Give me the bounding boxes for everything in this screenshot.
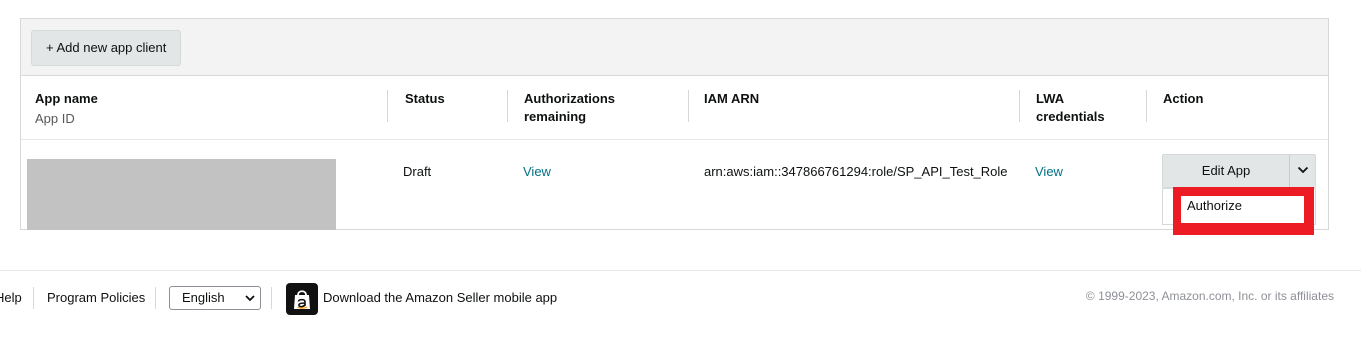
header-app-name: App name App ID <box>35 90 98 128</box>
column-divider <box>1146 90 1147 122</box>
app-clients-panel: + Add new app client App name App ID Sta… <box>20 18 1329 230</box>
iam-arn-value: arn:aws:iam::347866761294:role/SP_API_Te… <box>704 164 1008 179</box>
header-iam-arn: IAM ARN <box>704 91 760 106</box>
column-divider <box>1019 90 1020 122</box>
header-status: Status <box>405 91 445 106</box>
header-lwa-line1: LWA <box>1036 91 1065 106</box>
header-app-name-label: App name <box>35 91 98 106</box>
header-action: Action <box>1163 91 1204 106</box>
column-divider <box>688 90 689 122</box>
footer-program-policies-link[interactable]: Program Policies <box>47 290 145 306</box>
add-new-app-client-button[interactable]: + Add new app client <box>31 30 182 66</box>
chevron-down-icon <box>1297 166 1309 174</box>
status-value: Draft <box>403 164 432 179</box>
footer-divider <box>33 287 34 309</box>
amazon-shopping-bag-icon[interactable] <box>286 283 318 315</box>
toolbar: + Add new app client <box>21 19 1328 76</box>
header-lwa-line2: credentials <box>1036 109 1105 124</box>
lwa-credentials-view-link[interactable]: View <box>1035 163 1063 181</box>
redacted-app-name <box>27 159 336 230</box>
action-dropdown-toggle[interactable] <box>1290 155 1316 187</box>
header-authorizations-line1: Authorizations <box>524 91 615 106</box>
authorizations-view-link[interactable]: View <box>523 163 551 181</box>
footer: Help Program Policies English Download t… <box>0 270 1361 340</box>
footer-divider <box>271 287 272 309</box>
edit-app-button[interactable]: Edit App <box>1163 155 1289 187</box>
header-lwa-credentials: LWA credentials <box>1036 90 1105 126</box>
language-select-value: English <box>182 290 225 305</box>
download-mobile-app-link[interactable]: Download the Amazon Seller mobile app <box>323 290 557 306</box>
footer-help-link[interactable]: Help <box>0 290 22 306</box>
edit-app-split-button: Edit App <box>1162 154 1316 188</box>
copyright-text: © 1999-2023, Amazon.com, Inc. or its aff… <box>1085 289 1334 303</box>
footer-divider <box>155 287 156 309</box>
header-authorizations: Authorizations remaining <box>524 90 615 126</box>
column-divider <box>507 90 508 122</box>
table-header: App name App ID Status Authorizations re… <box>21 77 1328 140</box>
authorize-menu-item[interactable]: Authorize <box>1187 198 1242 214</box>
chevron-down-icon <box>245 295 255 302</box>
column-divider <box>387 90 388 122</box>
header-authorizations-line2: remaining <box>524 109 587 124</box>
header-app-id-label: App ID <box>35 111 75 126</box>
language-select[interactable]: English <box>169 286 261 310</box>
table-row: Draft View arn:aws:iam::347866761294:rol… <box>21 141 1328 230</box>
